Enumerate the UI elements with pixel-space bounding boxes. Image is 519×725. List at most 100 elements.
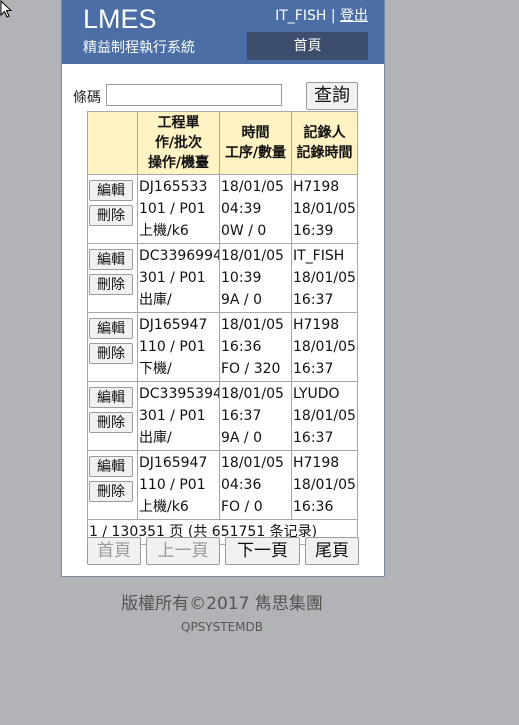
header-recorder: 記錄人 記錄時間 [291,111,358,175]
prev-page-button[interactable]: 上一頁 [146,537,220,565]
cell-line: 16:39 [293,223,334,239]
cell-line: DJ165947 [139,455,208,471]
cell-line: 上機/k6 [139,499,189,515]
cell-line: 18/01/05 [221,317,284,333]
cell-line: 上機/k6 [139,223,189,239]
cell-line: 301 / P01 [139,270,206,286]
table-row: 編輯 刪除 DJ165947 110 / P01 下機/ 18/01/05 16… [87,312,358,382]
next-page-button[interactable]: 下一頁 [225,537,300,565]
work-order-cell: DJ165533 101 / P01 上機/k6 [137,174,220,244]
work-order-cell: DC3395394 301 / P01 出庫/ [137,381,220,451]
cell-line: 9A / 0 [221,292,263,308]
time-cell: 18/01/05 04:39 0W / 0 [219,174,292,244]
search-row: 條碼 查詢 [62,82,384,112]
edit-button[interactable]: 編輯 [89,387,133,408]
cell-line: 16:36 [221,339,262,355]
header-line: 工序/數量 [224,145,287,161]
header-time: 時間 工序/數量 [219,111,292,175]
first-page-button[interactable]: 首頁 [87,537,141,565]
cell-line: 301 / P01 [139,408,206,424]
cell-line: DJ165947 [139,317,208,333]
header-line: 作/批次 [154,135,203,151]
cell-line: FO / 0 [221,499,263,515]
cell-line: 16:37 [221,408,262,424]
edit-button[interactable]: 編輯 [89,180,133,201]
cell-line: 16:37 [293,292,334,308]
cell-line: 9A / 0 [221,430,263,446]
copyright-text: 版權所有©2017 雋思集團 [121,594,323,614]
records-table: 工程單 作/批次 操作/機臺 時間 工序/數量 記錄人 記錄時間 編輯 刪除 D… [87,111,358,545]
home-button[interactable]: 首頁 [247,32,368,60]
cell-line: 0W / 0 [221,223,267,239]
recorder-cell: H7198 18/01/05 16:39 [291,174,358,244]
cell-line: 18/01/05 [293,270,356,286]
recorder-cell: H7198 18/01/05 16:36 [291,450,358,520]
work-order-cell: DC3396994 301 / P01 出庫/ [137,243,220,313]
cell-line: 110 / P01 [139,339,206,355]
cell-line: 16:37 [293,361,334,377]
main-panel: LMES 精益制程執行系統 IT_FISH | 登出 首頁 條碼 查詢 工程單 … [61,0,385,577]
recorder-cell: H7198 18/01/05 16:37 [291,312,358,382]
cell-line: DC3396994 [139,248,220,264]
row-actions: 編輯 刪除 [87,174,138,244]
last-page-button[interactable]: 尾頁 [305,537,359,565]
edit-button[interactable]: 編輯 [89,318,133,339]
cell-line: 下機/ [139,361,172,377]
time-cell: 18/01/05 16:37 9A / 0 [219,381,292,451]
delete-button[interactable]: 刪除 [89,412,133,433]
edit-button[interactable]: 編輯 [89,249,133,270]
user-separator: | [330,8,336,24]
cell-line: LYUDO [293,386,340,402]
header-line: 操作/機臺 [147,155,210,171]
app-subtitle: 精益制程執行系統 [83,40,195,56]
delete-button[interactable]: 刪除 [89,481,133,502]
table-row: 編輯 刪除 DJ165947 110 / P01 上機/k6 18/01/05 … [87,450,358,520]
app-header: LMES 精益制程執行系統 IT_FISH | 登出 首頁 [62,0,384,64]
cell-line: 16:37 [293,430,334,446]
cell-line: H7198 [293,317,340,333]
cell-line: 出庫/ [139,292,172,308]
header-actions [87,111,138,175]
barcode-input[interactable] [106,84,282,106]
cell-line: 18/01/05 [221,179,284,195]
cell-line: H7198 [293,179,340,195]
cell-line: 16:36 [293,499,334,515]
cell-line: 18/01/05 [293,408,356,424]
cell-line: DJ165533 [139,179,208,195]
cell-line: 出庫/ [139,430,172,446]
cell-line: 10:39 [221,270,262,286]
time-cell: 18/01/05 04:36 FO / 0 [219,450,292,520]
cell-line: FO / 320 [221,361,281,377]
table-row: 編輯 刪除 DC3396994 301 / P01 出庫/ 18/01/05 1… [87,243,358,313]
cell-line: 18/01/05 [221,248,284,264]
database-name: QPSYSTEMDB [181,620,263,634]
recorder-cell: LYUDO 18/01/05 16:37 [291,381,358,451]
barcode-label: 條碼 [73,90,101,106]
work-order-cell: DJ165947 110 / P01 上機/k6 [137,450,220,520]
cell-line: IT_FISH [293,248,345,264]
header-line: 記錄時間 [296,145,353,161]
header-work-order: 工程單 作/批次 操作/機臺 [137,111,220,175]
query-button[interactable]: 查詢 [306,82,358,110]
header-line: 記錄人 [303,125,346,141]
current-user: IT_FISH [275,8,327,24]
cell-line: 18/01/05 [221,386,284,402]
table-header-row: 工程單 作/批次 操作/機臺 時間 工序/數量 記錄人 記錄時間 [87,111,358,175]
delete-button[interactable]: 刪除 [89,274,133,295]
delete-button[interactable]: 刪除 [89,205,133,226]
cell-line: DC3395394 [139,386,220,402]
cell-line: 18/01/05 [293,201,356,217]
row-actions: 編輯 刪除 [87,381,138,451]
cell-line: 04:39 [221,201,262,217]
row-actions: 編輯 刪除 [87,312,138,382]
delete-button[interactable]: 刪除 [89,343,133,364]
work-order-cell: DJ165947 110 / P01 下機/ [137,312,220,382]
cell-line: 110 / P01 [139,477,206,493]
table-row: 編輯 刪除 DC3395394 301 / P01 出庫/ 18/01/05 1… [87,381,358,451]
header-line: 時間 [241,125,270,141]
cell-line: 101 / P01 [139,201,206,217]
time-cell: 18/01/05 10:39 9A / 0 [219,243,292,313]
logout-link[interactable]: 登出 [340,8,368,24]
user-area: IT_FISH | 登出 [275,6,368,26]
edit-button[interactable]: 編輯 [89,456,133,477]
